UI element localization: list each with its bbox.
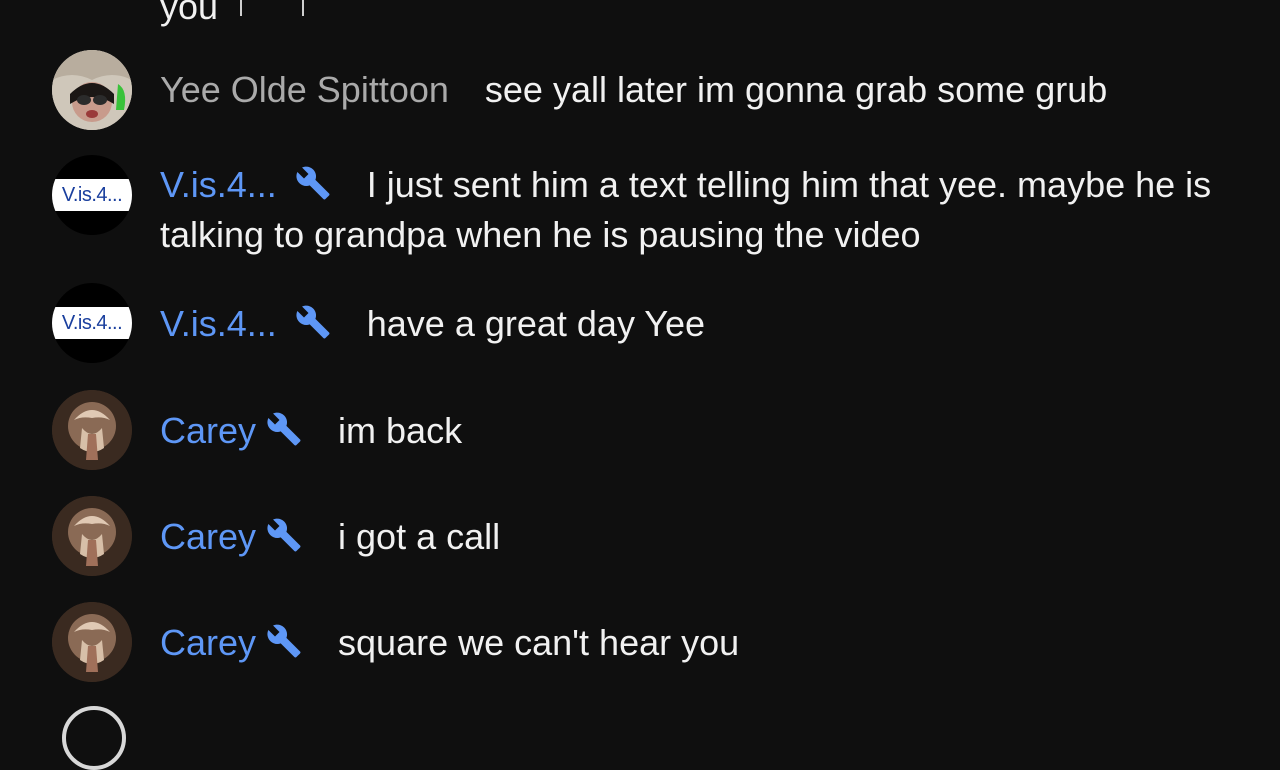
avatar-image	[52, 496, 132, 576]
author-name-label: Carey	[160, 410, 257, 451]
wrench-icon	[266, 517, 302, 564]
avatar[interactable]	[52, 496, 132, 576]
author-name[interactable]: Carey	[160, 516, 302, 557]
avatar-image	[52, 50, 132, 130]
avatar[interactable]	[52, 602, 132, 682]
author-name-label: Carey	[160, 516, 257, 557]
author-name[interactable]: Carey	[160, 622, 302, 663]
message-text: see yall later im gonna grab some grub	[484, 69, 1108, 110]
author-name[interactable]: Yee Olde Spittoon	[160, 69, 449, 110]
message-text: i got a call	[338, 516, 501, 557]
emoji-fragment	[240, 0, 304, 16]
wrench-icon	[295, 165, 331, 212]
author-name-label: V.is.4...	[160, 303, 277, 344]
avatar[interactable]: V.is.4...	[52, 283, 132, 363]
message-text: im back	[338, 410, 463, 451]
author-name[interactable]: V.is.4...	[160, 303, 331, 344]
author-name[interactable]: Carey	[160, 410, 302, 451]
author-name[interactable]: V.is.4...	[160, 164, 331, 205]
message-text: have a great day Yee	[366, 303, 706, 344]
author-name-label: Carey	[160, 622, 257, 663]
message-text: square we can't hear you	[338, 622, 740, 663]
wrench-icon	[266, 623, 302, 670]
wrench-icon	[266, 411, 302, 458]
avatar[interactable]	[62, 706, 126, 770]
avatar[interactable]	[52, 50, 132, 130]
avatar-label: V.is.4...	[52, 307, 132, 339]
wrench-icon	[295, 304, 331, 351]
author-name-label: V.is.4...	[160, 164, 277, 205]
live-chat: you Yee Olde Spittoon see yall later im g…	[0, 0, 1280, 770]
avatar[interactable]: V.is.4...	[52, 155, 132, 235]
avatar-image	[52, 602, 132, 682]
message-text: you	[160, 0, 219, 27]
avatar-image	[52, 390, 132, 470]
avatar[interactable]	[52, 390, 132, 470]
avatar-label: V.is.4...	[52, 179, 132, 211]
